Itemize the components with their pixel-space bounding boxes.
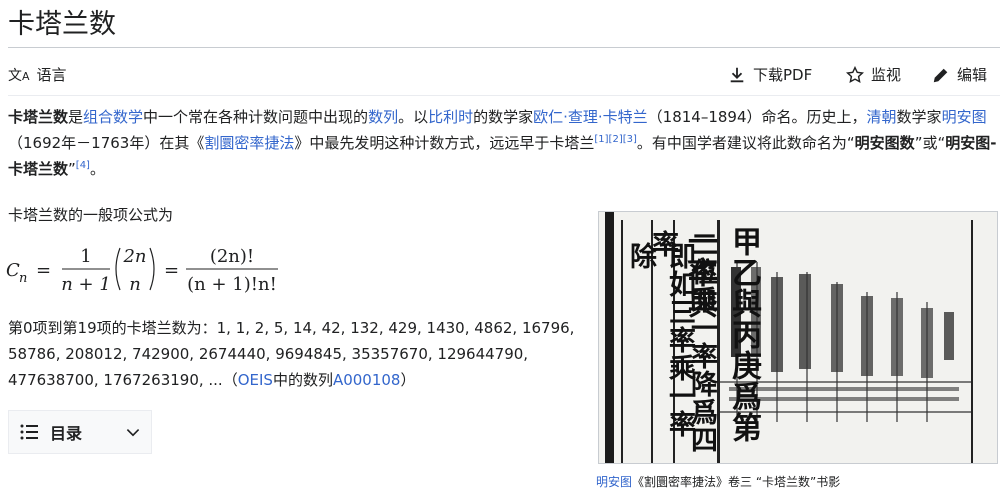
sequence-line-1: 第0项到第19项的卡塔兰数为：1, 1, 2, 5, 14, 42, 132, … xyxy=(8,319,575,337)
download-pdf-label: 下载PDF xyxy=(753,66,813,84)
bold-minggatu-number: 明安图数 xyxy=(854,134,915,152)
formula-eq2: = xyxy=(164,260,179,281)
link-minggatu[interactable]: 明安图 xyxy=(942,108,987,126)
binom-top: 2n xyxy=(122,246,146,267)
figure-caption: 明安图《割圜密率捷法》卷三 “卡塔兰数”书影 xyxy=(596,473,840,490)
caption-link-minggatu[interactable]: 明安图 xyxy=(596,475,632,489)
text: ”或“ xyxy=(914,134,946,152)
text: 数学家 xyxy=(896,108,942,126)
text: ” xyxy=(68,160,76,178)
edit-button[interactable]: 编辑 xyxy=(932,64,987,85)
link-book[interactable]: 割圜密率捷法 xyxy=(204,134,294,152)
formula-frac-top: (2n)! xyxy=(210,246,254,267)
star-icon xyxy=(846,65,864,83)
text: 》中最先发明这种计数方式，远远早于卡塔兰 xyxy=(294,134,595,152)
sequence-line-3: 477638700, 1767263190, ...（OEIS中的数列A0001… xyxy=(8,367,574,393)
text: 中的数列 xyxy=(272,371,333,389)
reference-1-3[interactable]: [1][2][3] xyxy=(594,134,637,145)
link-a000108[interactable]: A000108 xyxy=(333,371,401,389)
download-icon xyxy=(730,67,744,82)
edit-label: 编辑 xyxy=(957,66,988,84)
text: 。有中国学者建议将此数命名为“ xyxy=(636,134,855,152)
toc-label: 目录 xyxy=(50,424,83,443)
term-bold: 卡塔兰数 xyxy=(8,108,69,126)
binom-bottom: n xyxy=(129,274,141,295)
formula-frac-bottom: (n + 1)!n! xyxy=(187,274,277,295)
link-oeis[interactable]: OEIS xyxy=(238,371,273,389)
formula-sub: n xyxy=(19,271,27,286)
watch-button[interactable]: 监视 xyxy=(846,64,901,85)
title-divider xyxy=(8,47,1000,48)
link-belgium[interactable]: 比利时 xyxy=(428,108,473,126)
text: 。 xyxy=(89,160,105,178)
link-sequence[interactable]: 数列 xyxy=(368,108,398,126)
link-combinatorics[interactable]: 组合数学 xyxy=(83,108,143,126)
link-qing[interactable]: 清朝 xyxy=(867,108,897,126)
caption-text: 《割圜密率捷法》卷三 “卡塔兰数”书影 xyxy=(632,475,841,489)
text: 中一个常在各种计数问题中出现的 xyxy=(143,108,369,126)
language-label: 语言 xyxy=(36,66,67,84)
reference-4[interactable]: [4] xyxy=(76,160,90,171)
manuscript-column-3: 即如三率乘一率除 xyxy=(625,242,695,438)
text: 的数学家 xyxy=(473,108,534,126)
list-icon xyxy=(20,424,38,440)
toolbar-divider xyxy=(8,95,1000,96)
page-title: 卡塔兰数 xyxy=(8,9,116,40)
manuscript-image[interactable]: 甲乙與丙庚爲第一率與 二位乘一率降爲四率 即如三率乘一率除 xyxy=(598,211,998,464)
link-catalan[interactable]: 欧仁·查理·卡特兰 xyxy=(533,108,648,126)
text: 。以 xyxy=(398,108,429,126)
binom-right-paren xyxy=(149,247,155,291)
formula-intro: 卡塔兰数的一般项公式为 xyxy=(8,206,174,224)
formula-c: C xyxy=(6,260,20,281)
text: 477638700, 1767263190, ...（ xyxy=(8,371,238,389)
sequence-line-2: 58786, 208012, 742900, 2674440, 9694845,… xyxy=(8,345,529,363)
sequence-paragraph: 第0项到第19项的卡塔兰数为：1, 1, 2, 5, 14, 42, 132, … xyxy=(8,315,574,393)
formula-one: 1 xyxy=(80,246,91,267)
intro-paragraph: 卡塔兰数是组合数学中一个常在各种计数问题中出现的数列。以比利时的数学家欧仁·查理… xyxy=(8,104,1002,182)
binom-left-paren xyxy=(115,247,121,291)
language-button[interactable]: 文A 语言 xyxy=(8,64,67,85)
download-pdf-button[interactable]: 下载PDF xyxy=(728,64,812,85)
pencil-icon xyxy=(933,68,948,82)
text: ） xyxy=(400,371,416,389)
chevron-down-icon xyxy=(126,429,140,437)
translate-icon: 文A xyxy=(8,67,30,84)
page-toolbar: 文A 语言 下载PDF 监视 编辑 xyxy=(8,54,1000,94)
formula-denom1: n + 1 xyxy=(61,274,111,295)
toc-toggle[interactable]: 目录 xyxy=(8,410,152,454)
formula-eq: = xyxy=(36,260,51,281)
watch-label: 监视 xyxy=(871,66,902,84)
text: 是 xyxy=(68,108,84,126)
text: （1814–1894）命名。历史上， xyxy=(647,108,867,126)
catalan-formula: C n = 1 n + 1 2n n = (2n)! (n + 1)!n! xyxy=(6,246,278,295)
text: （1692年－1763年）在其《 xyxy=(8,134,205,152)
